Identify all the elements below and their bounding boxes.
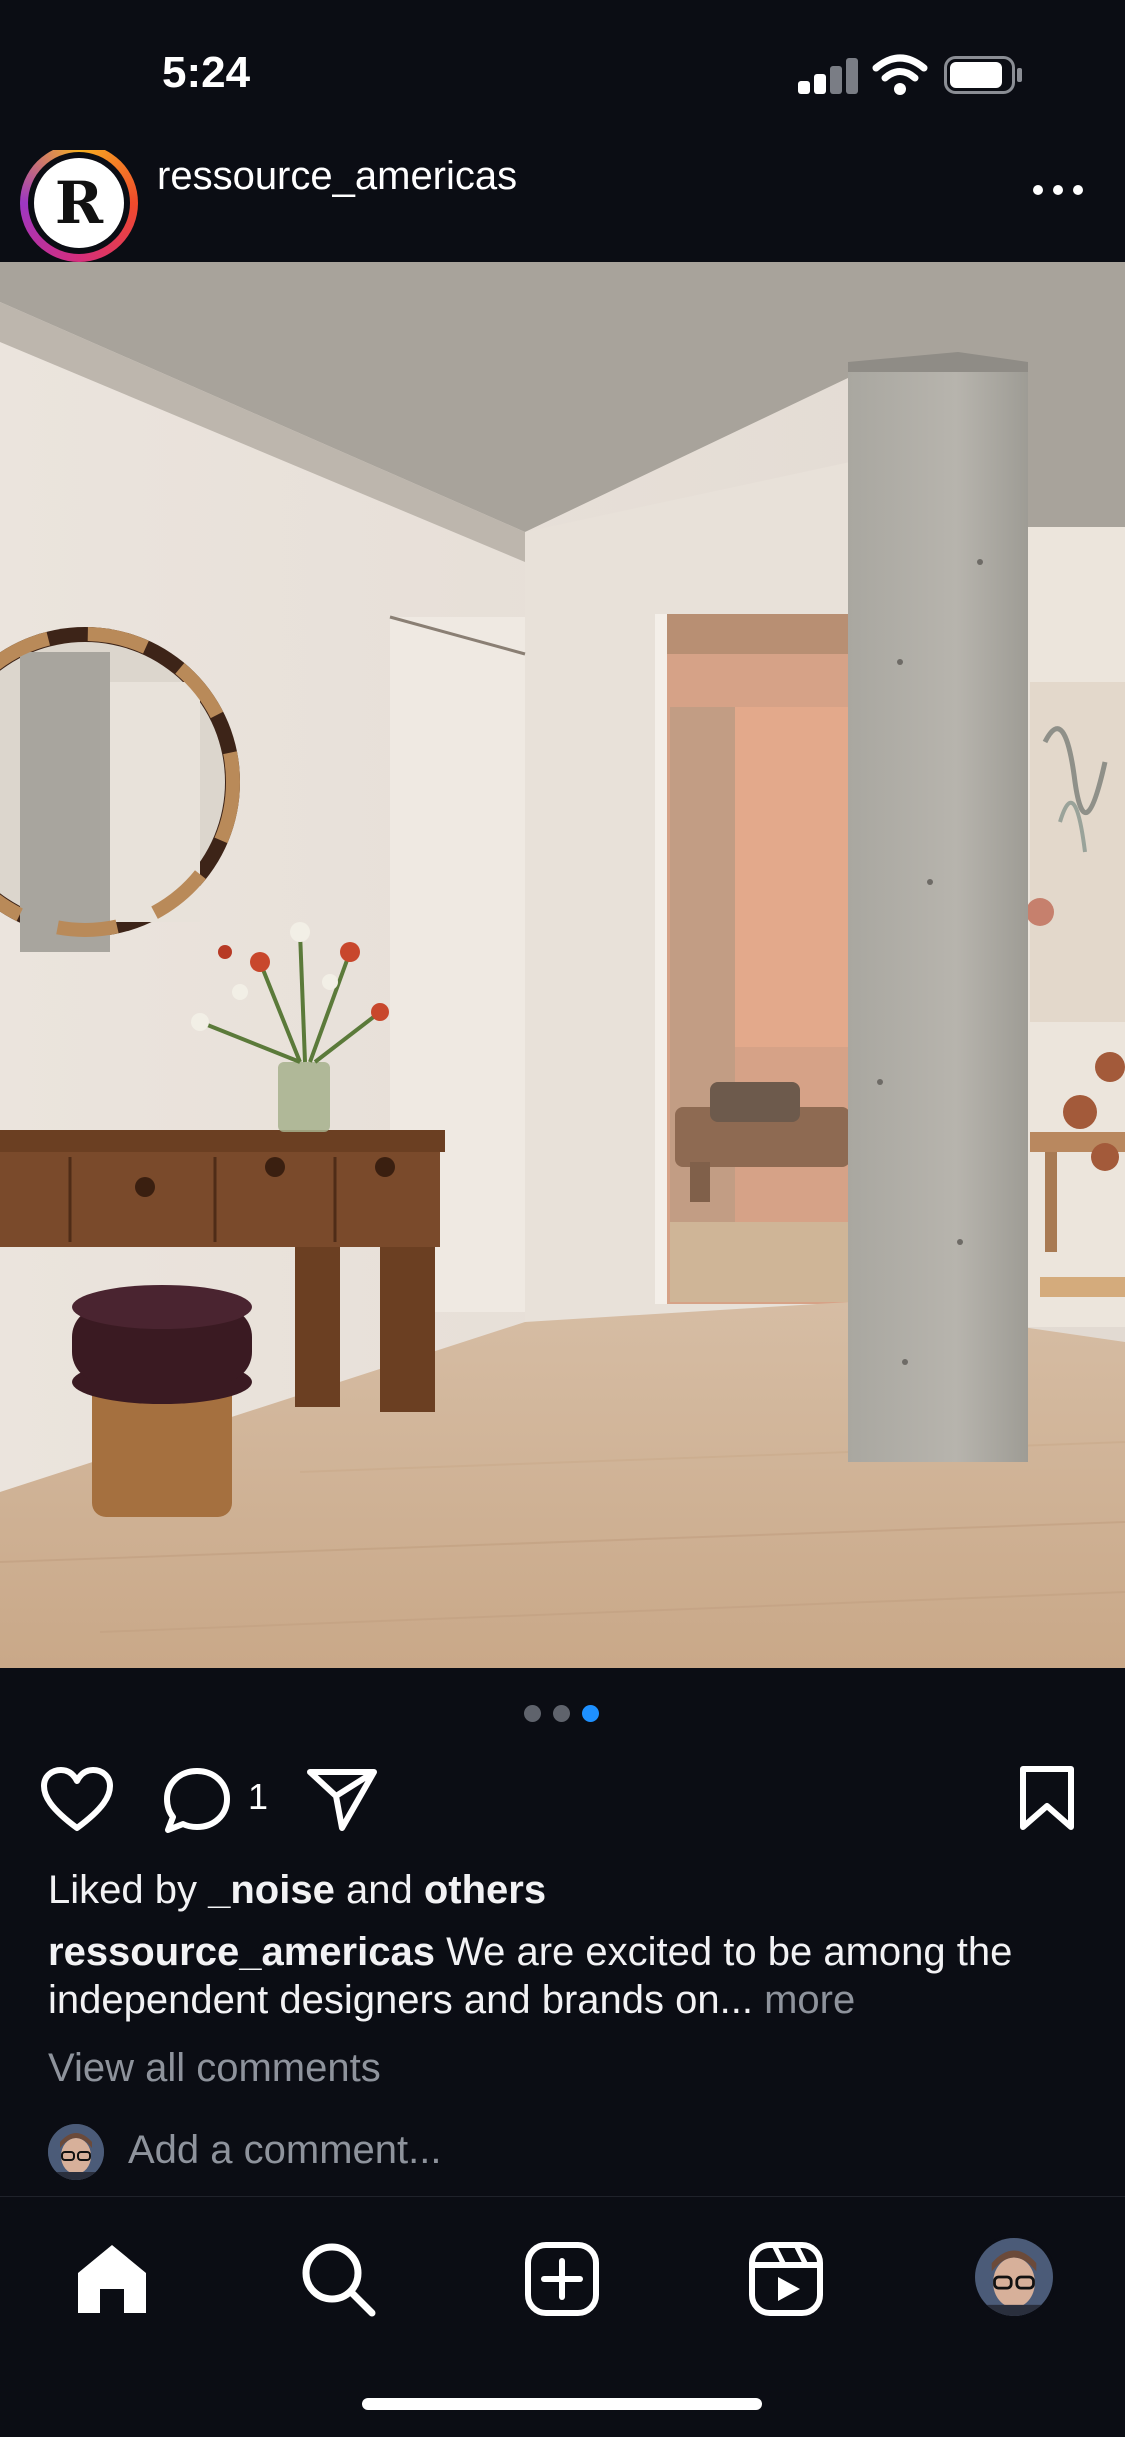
add-comment-input[interactable]: Add a comment... [128, 2128, 441, 2173]
status-time: 5:24 [162, 48, 251, 97]
battery-icon [944, 56, 1022, 94]
post-header: R ressource_americas [0, 150, 1125, 262]
current-user-avatar [48, 2124, 104, 2180]
search-icon[interactable] [296, 2237, 380, 2321]
cellular-signal-icon [798, 58, 858, 94]
view-all-comments-link[interactable]: View all comments [48, 2046, 381, 2091]
liked-by-user[interactable]: _noise [208, 1868, 335, 1912]
carousel-dot-active [582, 1705, 599, 1722]
status-bar: 5:24 [0, 0, 1125, 150]
liked-by-joiner: and [345, 1868, 413, 1912]
create-post-icon[interactable] [520, 2237, 604, 2321]
like-heart-icon[interactable] [40, 1766, 114, 1832]
share-send-icon[interactable] [306, 1766, 378, 1832]
post-username[interactable]: ressource_americas [157, 154, 517, 199]
home-icon[interactable] [70, 2237, 154, 2321]
liked-by-prefix: Liked by [48, 1868, 197, 1912]
carousel-dot [524, 1705, 541, 1722]
add-comment-row[interactable]: Add a comment... [48, 2124, 1048, 2184]
interior-photo [0, 262, 1125, 1668]
post-author-avatar[interactable]: R [20, 150, 138, 262]
comment-icon[interactable] [162, 1766, 232, 1836]
post-actions: 1 [0, 1758, 1125, 1834]
caption-more-link[interactable]: more [764, 1978, 855, 2022]
comment-count: 1 [248, 1776, 269, 1817]
home-indicator [362, 2398, 762, 2410]
wifi-icon [872, 54, 928, 95]
post-image[interactable] [0, 262, 1125, 1668]
liked-by-text[interactable]: Liked by _noise and others [48, 1868, 546, 1913]
reels-icon[interactable] [744, 2237, 828, 2321]
profile-avatar[interactable] [972, 2235, 1056, 2319]
post-caption: ressource_americas We are excited to be … [48, 1928, 1078, 2024]
carousel-dot [553, 1705, 570, 1722]
more-options-icon[interactable] [1030, 180, 1086, 200]
caption-username[interactable]: ressource_americas [48, 1930, 435, 1974]
carousel-indicator [0, 1705, 1125, 1725]
save-bookmark-icon[interactable] [1018, 1764, 1076, 1832]
liked-by-others[interactable]: others [424, 1868, 546, 1912]
avatar-logo-letter: R [34, 158, 124, 248]
